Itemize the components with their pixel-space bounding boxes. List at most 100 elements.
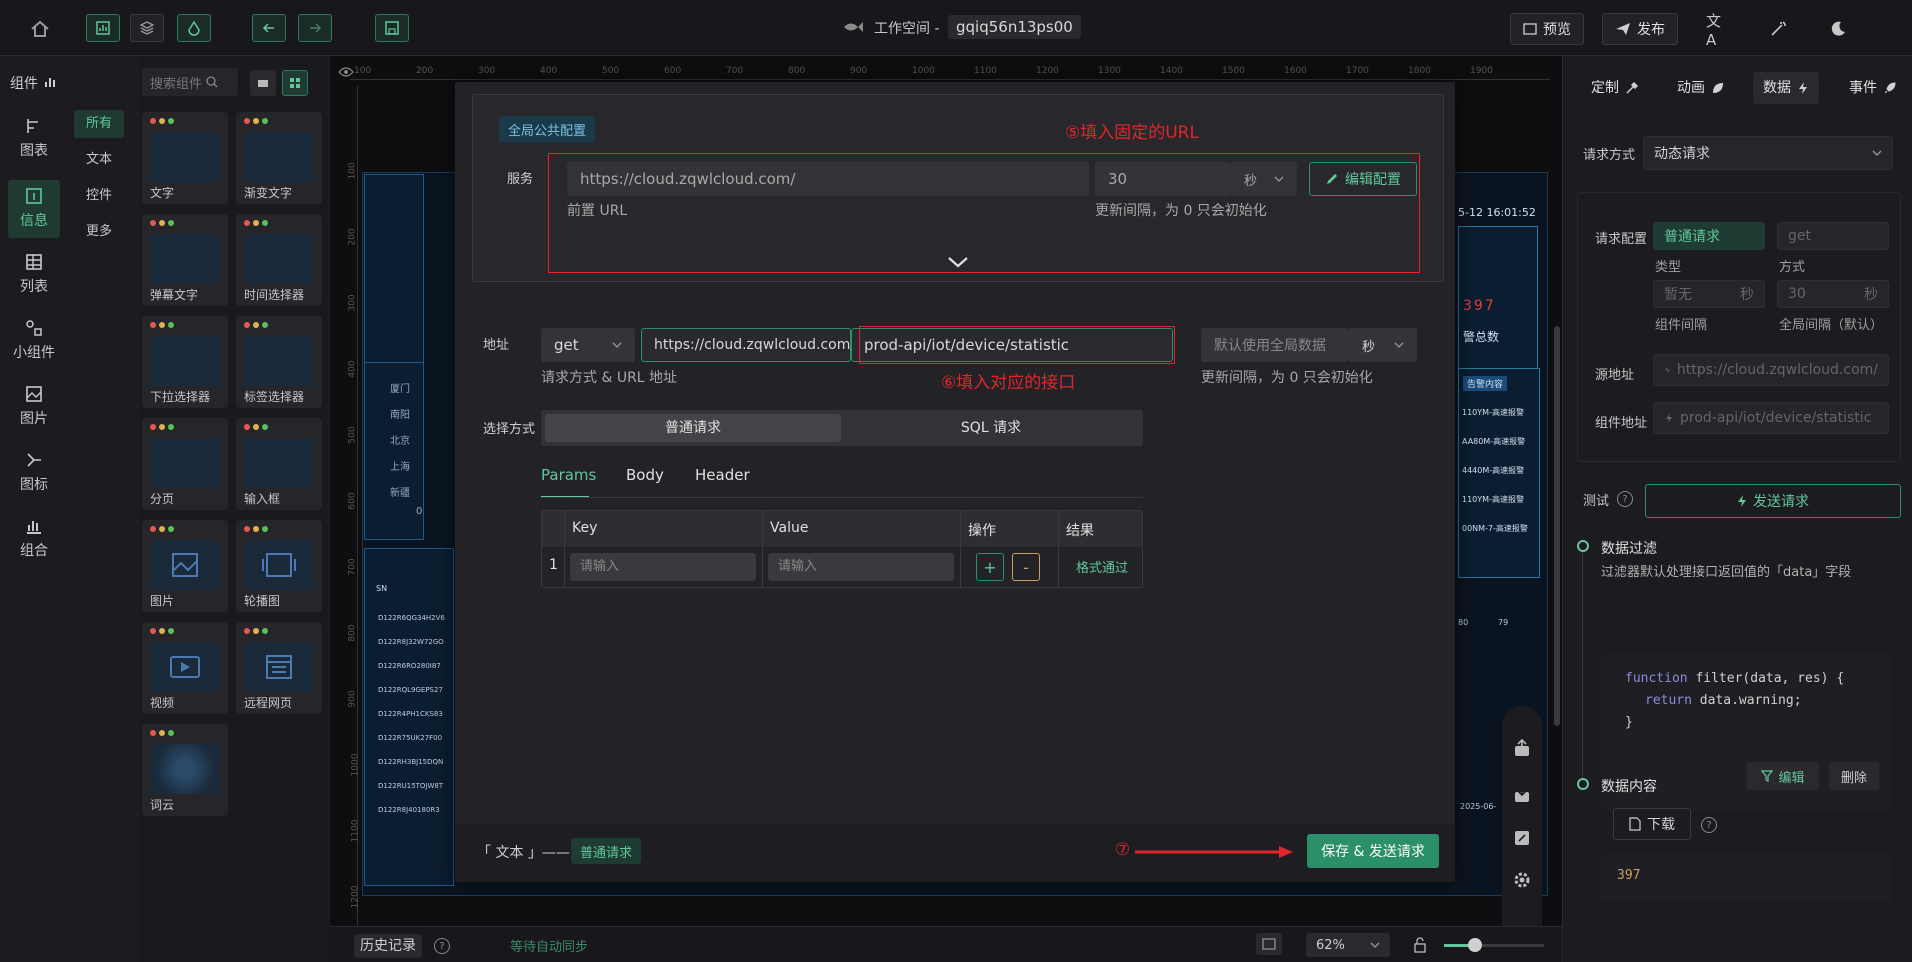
remove-row-button[interactable]: - [1012, 553, 1040, 581]
undo-button[interactable] [252, 14, 286, 42]
tab-data[interactable]: 数据 [1753, 72, 1819, 104]
zoom-select[interactable]: 62% [1306, 933, 1390, 957]
nav-item-icon[interactable]: 图标 [8, 450, 60, 506]
grid-view-button[interactable] [282, 70, 308, 96]
ruler-tick: 200 [416, 66, 434, 76]
global-config-tag: 全局公共配置 [499, 116, 595, 142]
tab-params[interactable]: Params [541, 466, 596, 484]
method-select[interactable]: get [541, 328, 635, 362]
save-icon-button[interactable] [375, 14, 409, 42]
component-card-input[interactable]: 输入框 [236, 418, 322, 510]
list-view-button[interactable] [250, 70, 276, 96]
key-input[interactable]: 请输入 [570, 553, 756, 581]
interval-unit-select[interactable]: 秒 [1231, 162, 1297, 196]
nav-item-image[interactable]: 图片 [8, 384, 60, 440]
help-icon[interactable]: ? [1701, 817, 1717, 833]
project-id[interactable]: gqiq56n13ps00 [948, 15, 1081, 39]
nav-item-chart[interactable]: 图表 [8, 116, 60, 172]
tab-header[interactable]: Header [695, 466, 750, 484]
base-url-caption: 前置 URL [567, 203, 628, 219]
layers-button[interactable] [130, 14, 164, 42]
footer-component-name: 「 文本 」—— [477, 845, 570, 861]
card-label: 标签选择器 [244, 390, 305, 404]
mode-sql-button[interactable]: SQL 请求 [843, 414, 1139, 442]
edit-config-button[interactable]: 编辑配置 [1309, 162, 1417, 196]
tab-event[interactable]: 事件 [1839, 72, 1907, 104]
edit-filter-button[interactable]: 编辑 [1747, 762, 1819, 790]
component-interval-unit-select[interactable]: 秒 [1349, 328, 1417, 362]
tab-animation[interactable]: 动画 [1667, 72, 1735, 104]
bar-label: 北京 [390, 436, 410, 447]
timeline-dot [1577, 778, 1589, 790]
minimap-icon[interactable] [1256, 933, 1282, 955]
request-mode-select[interactable]: 动态请求 [1643, 136, 1893, 170]
home-icon[interactable] [28, 18, 52, 40]
component-card-pagination[interactable]: 分页 [142, 418, 228, 510]
download-icon[interactable] [1510, 782, 1534, 806]
search-box[interactable]: 搜索组件 [142, 68, 238, 96]
component-card-webpage[interactable]: 远程网页 [236, 622, 322, 714]
history-button[interactable]: 历史记录 [354, 934, 422, 958]
subnav-all[interactable]: 所有 [74, 110, 124, 138]
theme-button[interactable] [177, 14, 211, 42]
help-icon[interactable]: ? [1617, 491, 1633, 507]
nav-item-combo[interactable]: 组合 [8, 516, 60, 572]
component-card-gradient-text[interactable]: 渐变文字 [236, 112, 322, 204]
card-label: 图片 [150, 594, 175, 608]
tab-custom[interactable]: 定制 [1581, 72, 1649, 104]
chart-toggle-button[interactable] [86, 14, 120, 42]
alarm-list-header: 告警内容 [1463, 376, 1508, 391]
send-request-button[interactable]: 发送请求 [1645, 484, 1901, 518]
preview-label: 预览 [1543, 22, 1571, 38]
subnav-more[interactable]: 更多 [74, 218, 124, 246]
lock-icon[interactable] [1412, 935, 1428, 955]
nav-item-table[interactable]: 列表 [8, 252, 60, 308]
help-icon[interactable]: ? [434, 938, 450, 954]
add-row-button[interactable]: + [976, 553, 1004, 581]
moon-icon[interactable] [1828, 19, 1848, 39]
mode-normal-button[interactable]: 普通请求 [545, 414, 841, 442]
nav-item-info[interactable]: 信息 [8, 180, 60, 238]
redo-button[interactable] [298, 14, 332, 42]
component-card-tag-selector[interactable]: 标签选择器 [236, 316, 322, 408]
zoom-slider[interactable] [1444, 938, 1544, 952]
edit-note-icon[interactable] [1510, 826, 1534, 850]
subnav-control[interactable]: 控件 [74, 182, 124, 210]
component-card-text[interactable]: 文字 [142, 112, 228, 204]
component-interval-input[interactable]: 默认使用全局数据 [1201, 328, 1349, 362]
video-icon [170, 656, 200, 678]
save-and-send-button[interactable]: 保存 & 发送请求 [1307, 834, 1439, 868]
tab-body[interactable]: Body [626, 466, 664, 484]
nav-item-widget[interactable]: 小组件 [8, 318, 60, 374]
source-address-value: https://cloud.zqwlcloud.com/ [1676, 362, 1878, 378]
chevron-down-icon[interactable] [945, 254, 971, 270]
component-card-carousel[interactable]: 轮播图 [236, 520, 322, 612]
eye-icon[interactable] [338, 66, 354, 78]
interval-input[interactable]: 30 [1095, 162, 1231, 196]
sn-item: D122R6QG34H2V6 [378, 614, 445, 622]
upload-icon[interactable] [1510, 736, 1534, 760]
value-input[interactable]: 请输入 [768, 553, 954, 581]
delete-filter-button[interactable]: 删除 [1829, 762, 1879, 790]
publish-button[interactable]: 发布 [1602, 13, 1678, 45]
canvas-scrollbar[interactable] [1554, 326, 1560, 726]
component-card-image[interactable]: 图片 [142, 520, 228, 612]
alarm-row: 4440M-高速报警 [1462, 466, 1525, 475]
zoom-slider-thumb[interactable] [1468, 938, 1482, 952]
component-card-dropdown[interactable]: 下拉选择器 [142, 316, 228, 408]
component-card-video[interactable]: 视频 [142, 622, 228, 714]
history-label: 历史记录 [360, 938, 416, 954]
base-url-input[interactable]: https://cloud.zqwlcloud.com/ [567, 162, 1089, 196]
nav-label-info: 信息 [20, 213, 48, 229]
translate-icon[interactable]: 文A [1706, 12, 1728, 49]
component-card-barrage[interactable]: 弹幕文字 [142, 214, 228, 306]
component-card-time-picker[interactable]: 时间选择器 [236, 214, 322, 306]
magic-wand-icon[interactable] [1768, 19, 1788, 39]
settings-gear-icon[interactable] [1510, 868, 1534, 892]
component-card-word-cloud[interactable]: 词云 [142, 724, 228, 816]
table-icon [26, 254, 42, 270]
subnav-text[interactable]: 文本 [74, 146, 124, 174]
request-mode-value: 动态请求 [1654, 146, 1710, 162]
preview-button[interactable]: 预览 [1510, 13, 1584, 45]
download-button[interactable]: 下载 [1613, 808, 1691, 840]
